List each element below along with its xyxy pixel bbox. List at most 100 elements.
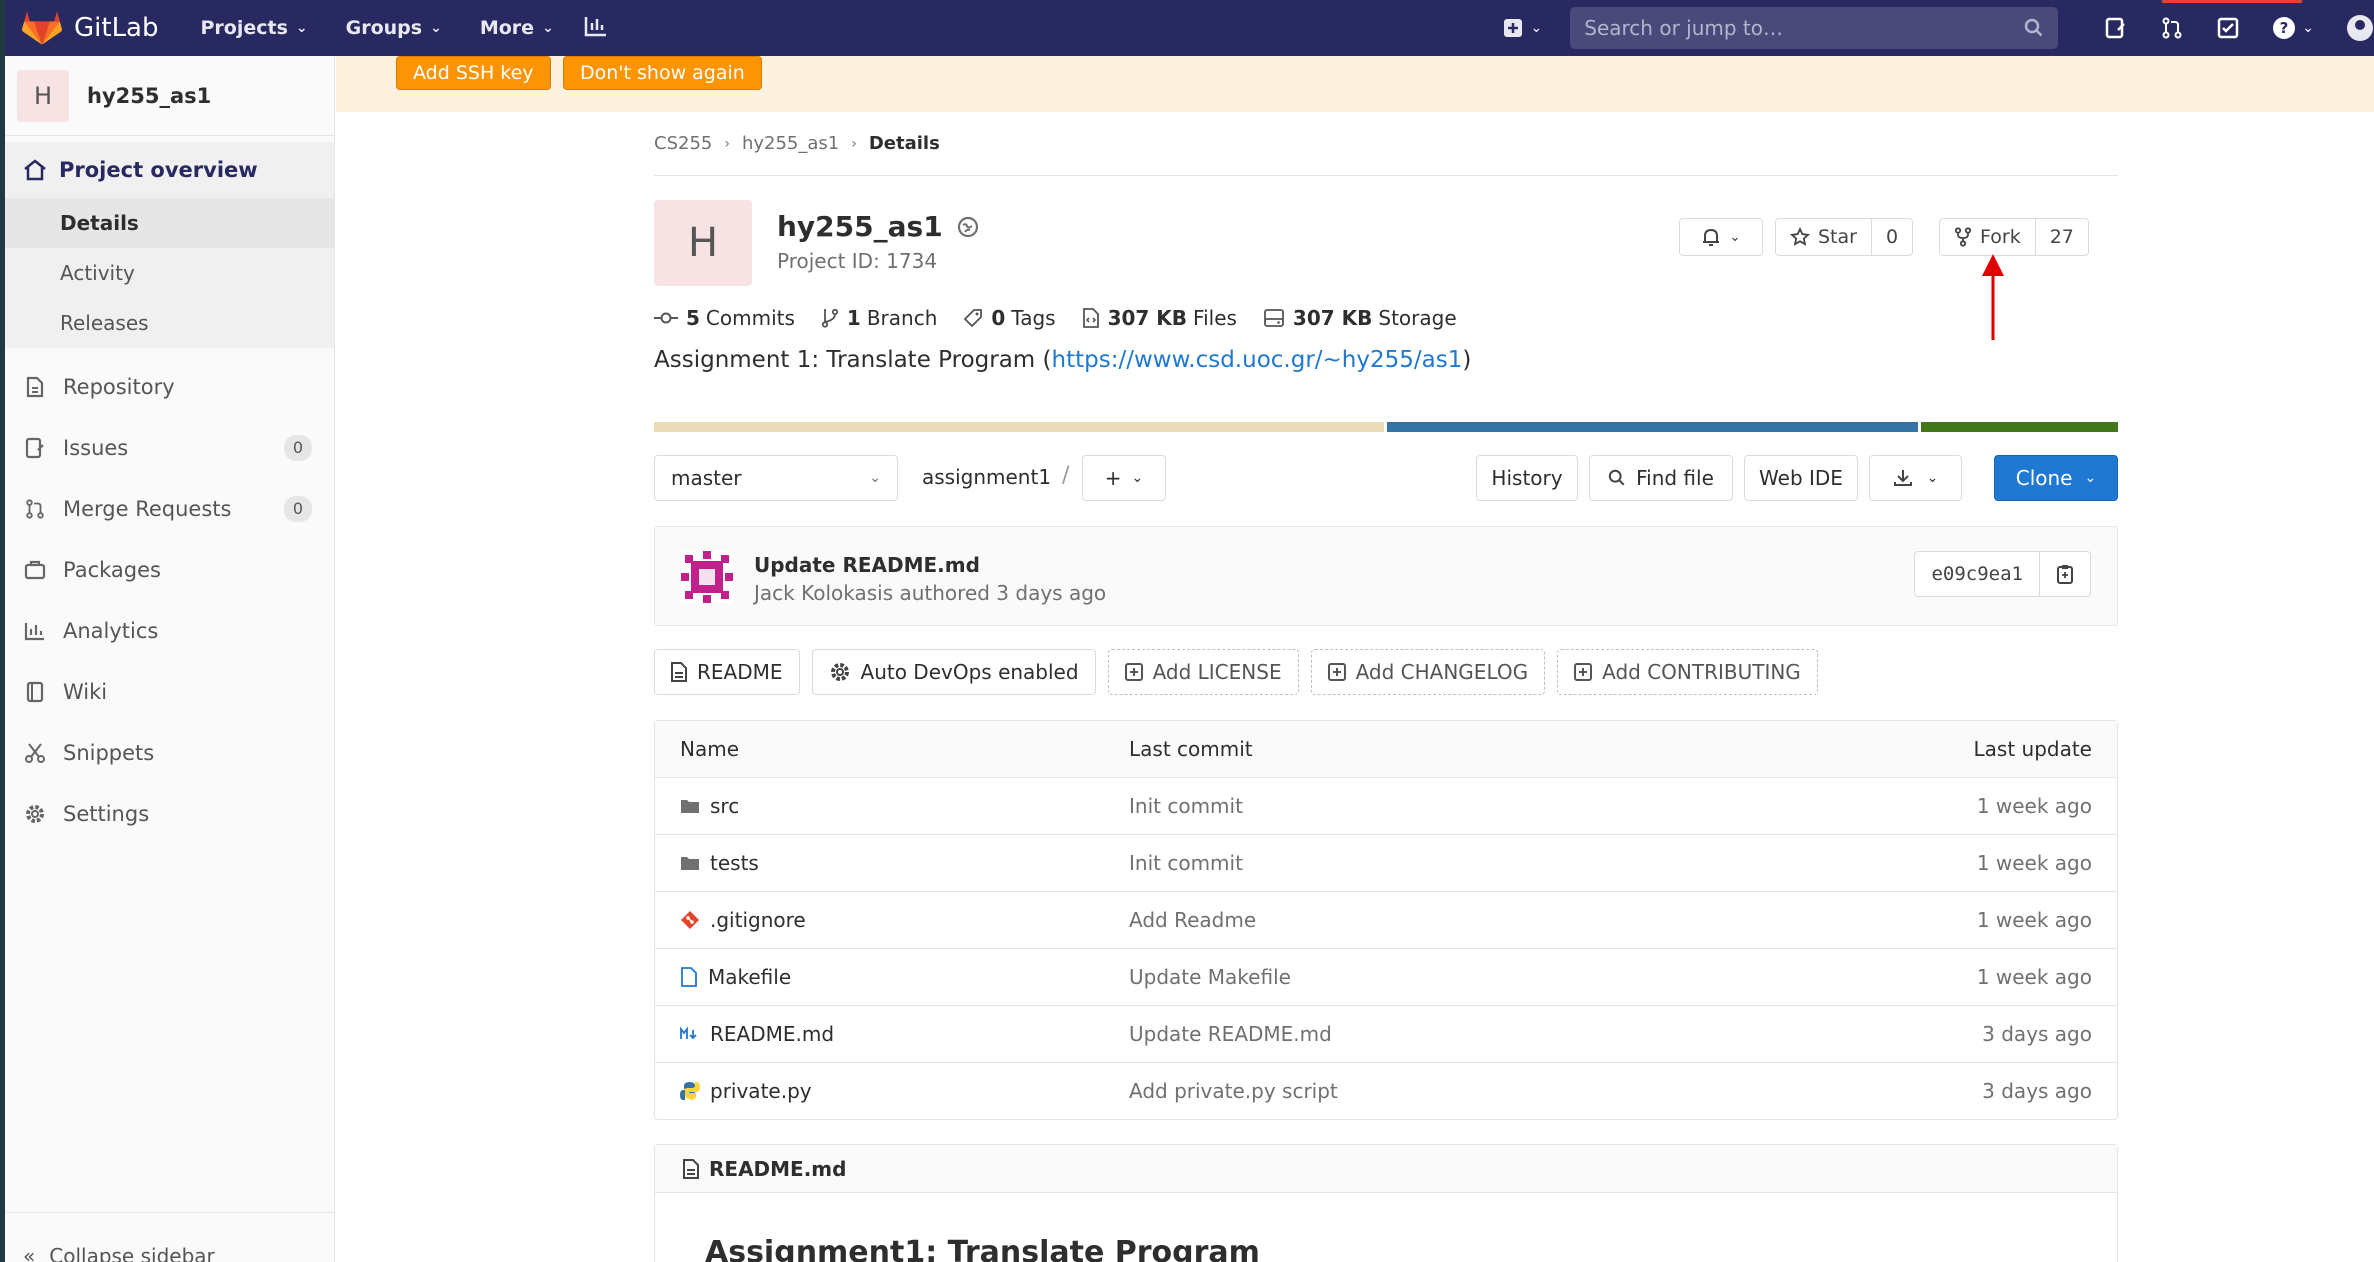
star-button[interactable]: Star xyxy=(1776,219,1871,255)
nav-more-label: More xyxy=(479,17,535,39)
home-icon xyxy=(24,159,46,181)
chevron-down-icon: ⌄ xyxy=(2084,470,2097,486)
file-name[interactable]: private.py xyxy=(710,1079,812,1103)
sidebar-item-label: Project overview xyxy=(59,158,258,182)
file-name[interactable]: README.md xyxy=(710,1022,834,1046)
search-input[interactable]: Search or jump to… xyxy=(1570,7,2059,49)
file-last-commit[interactable]: Add private.py script xyxy=(1129,1079,1338,1103)
python-icon xyxy=(680,1082,700,1100)
commit-sha[interactable]: e09c9ea1 xyxy=(1915,552,2039,596)
file-last-commit[interactable]: Update README.md xyxy=(1129,1022,1332,1046)
merge-request-icon[interactable] xyxy=(2160,16,2184,40)
user-avatar-icon[interactable] xyxy=(2346,14,2374,42)
history-button[interactable]: History xyxy=(1476,455,1578,501)
clipboard-icon xyxy=(2057,565,2073,584)
add-changelog-button[interactable]: Add CHANGELOG xyxy=(1310,649,1546,695)
breadcrumb-group[interactable]: CS255 xyxy=(654,133,712,154)
commit-title[interactable]: Update README.md xyxy=(754,553,980,577)
nav-more[interactable]: More ⌄ xyxy=(480,17,554,39)
sidebar-item-settings[interactable]: Settings xyxy=(5,783,334,844)
file-last-commit[interactable]: Init commit xyxy=(1129,794,1243,818)
star-count[interactable]: 0 xyxy=(1870,219,1912,255)
readme-button[interactable]: README xyxy=(654,649,800,695)
notification-dropdown[interactable]: ⌄ xyxy=(1679,218,1763,256)
sidebar-item-details[interactable]: Details xyxy=(5,198,334,248)
add-contributing-label: Add CONTRIBUTING xyxy=(1602,660,1801,684)
breadcrumb-project[interactable]: hy255_as1 xyxy=(742,133,839,154)
bell-icon xyxy=(1703,228,1720,246)
file-last-commit[interactable]: Init commit xyxy=(1129,851,1243,875)
table-row[interactable]: .gitignore Add Readme 1 week ago xyxy=(655,891,2117,948)
sidebar-item-merge-requests[interactable]: Merge Requests 0 xyxy=(5,478,334,539)
sidebar-item-releases[interactable]: Releases xyxy=(5,298,334,348)
new-dropdown[interactable]: ⌄ xyxy=(1503,18,1542,38)
copy-sha-button[interactable] xyxy=(2039,552,2090,596)
sidebar-item-issues[interactable]: Issues 0 xyxy=(5,417,334,478)
sidebar-item-snippets[interactable]: Snippets xyxy=(5,722,334,783)
sidebar-item-activity[interactable]: Activity xyxy=(5,248,334,298)
table-row[interactable]: README.md Update README.md 3 days ago xyxy=(655,1005,2117,1062)
fork-label: Fork xyxy=(1980,226,2021,248)
help-dropdown[interactable]: ? ⌄ xyxy=(2272,16,2314,40)
dont-show-again-button[interactable]: Don't show again xyxy=(563,56,762,90)
public-globe-icon xyxy=(957,216,978,237)
nav-groups[interactable]: Groups ⌄ xyxy=(346,17,442,39)
last-commit-panel: Update README.md Jack Kolokasis authored… xyxy=(654,526,2118,626)
issues-icon xyxy=(23,436,47,460)
scissors-icon xyxy=(23,741,47,765)
file-name[interactable]: .gitignore xyxy=(710,908,806,932)
breadcrumb: CS255 › hy255_as1 › Details xyxy=(654,112,2118,176)
file-last-commit[interactable]: Update Makefile xyxy=(1129,965,1291,989)
chevron-down-icon: ⌄ xyxy=(2302,20,2314,36)
file-name[interactable]: tests xyxy=(710,851,759,875)
sidebar-item-packages[interactable]: Packages xyxy=(5,539,334,600)
clone-dropdown[interactable]: Clone ⌄ xyxy=(1994,455,2118,501)
fork-button[interactable]: Fork xyxy=(1940,219,2035,255)
file-name[interactable]: src xyxy=(710,794,739,818)
file-last-commit[interactable]: Add Readme xyxy=(1129,908,1256,932)
nav-projects-label: Projects xyxy=(200,17,288,39)
add-license-button[interactable]: Add LICENSE xyxy=(1107,649,1299,695)
add-contributing-button[interactable]: Add CONTRIBUTING xyxy=(1557,649,1818,695)
branch-dropdown[interactable]: master ⌄ xyxy=(654,455,898,501)
description-link[interactable]: https://www.csd.uoc.gr/~hy255/as1 xyxy=(1052,347,1463,373)
sidebar-item-analytics[interactable]: Analytics xyxy=(5,600,334,661)
stat-tags[interactable]: 0 Tags xyxy=(963,306,1056,330)
readme-filename[interactable]: README.md xyxy=(709,1157,846,1181)
project-sidebar: H hy255_as1 Project overview Details Act… xyxy=(5,56,335,1262)
web-ide-button[interactable]: Web IDE xyxy=(1744,455,1858,501)
add-ssh-key-button[interactable]: Add SSH key xyxy=(396,56,551,90)
add-to-tree-dropdown[interactable]: + ⌄ xyxy=(1082,455,1166,501)
table-row[interactable]: src Init commit 1 week ago xyxy=(655,777,2117,834)
stat-files[interactable]: 307 KB Files xyxy=(1082,306,1237,330)
brand-name: GitLab xyxy=(74,13,159,43)
file-name[interactable]: Makefile xyxy=(708,965,791,989)
issues-icon[interactable] xyxy=(2104,16,2128,40)
sidebar-item-repository[interactable]: Repository xyxy=(5,356,334,417)
add-license-label: Add LICENSE xyxy=(1152,660,1282,684)
branch-icon xyxy=(821,308,839,328)
todo-icon[interactable] xyxy=(2216,16,2240,40)
sidebar-project-header[interactable]: H hy255_as1 xyxy=(5,56,334,136)
table-row[interactable]: Makefile Update Makefile 1 week ago xyxy=(655,948,2117,1005)
sidebar-item-wiki[interactable]: Wiki xyxy=(5,661,334,722)
gitlab-logo[interactable]: GitLab xyxy=(22,10,159,46)
tags-label: Tags xyxy=(1011,306,1056,330)
table-row[interactable]: private.py Add private.py script 3 days … xyxy=(655,1062,2117,1119)
sidebar-item-label: Analytics xyxy=(63,618,159,643)
breadcrumb-current[interactable]: Details xyxy=(869,133,940,154)
download-dropdown[interactable]: ⌄ xyxy=(1869,455,1962,501)
fork-count[interactable]: 27 xyxy=(2034,219,2088,255)
table-row[interactable]: tests Init commit 1 week ago xyxy=(655,834,2117,891)
activity-chart-icon[interactable] xyxy=(584,15,608,42)
nav-projects[interactable]: Projects ⌄ xyxy=(201,17,308,39)
stat-branches[interactable]: 1 Branch xyxy=(821,306,937,330)
sidebar-item-project-overview[interactable]: Project overview xyxy=(5,142,334,198)
find-file-button[interactable]: Find file xyxy=(1589,455,1733,501)
stat-commits[interactable]: 5 Commits xyxy=(654,306,795,330)
auto-devops-button[interactable]: Auto DevOps enabled xyxy=(811,649,1096,695)
search-placeholder: Search or jump to… xyxy=(1584,16,1783,40)
collapse-sidebar-button[interactable]: « Collapse sidebar xyxy=(5,1212,335,1262)
path-project-link[interactable]: assignment1 xyxy=(922,465,1051,489)
merge-requests-count-badge: 0 xyxy=(284,495,312,522)
